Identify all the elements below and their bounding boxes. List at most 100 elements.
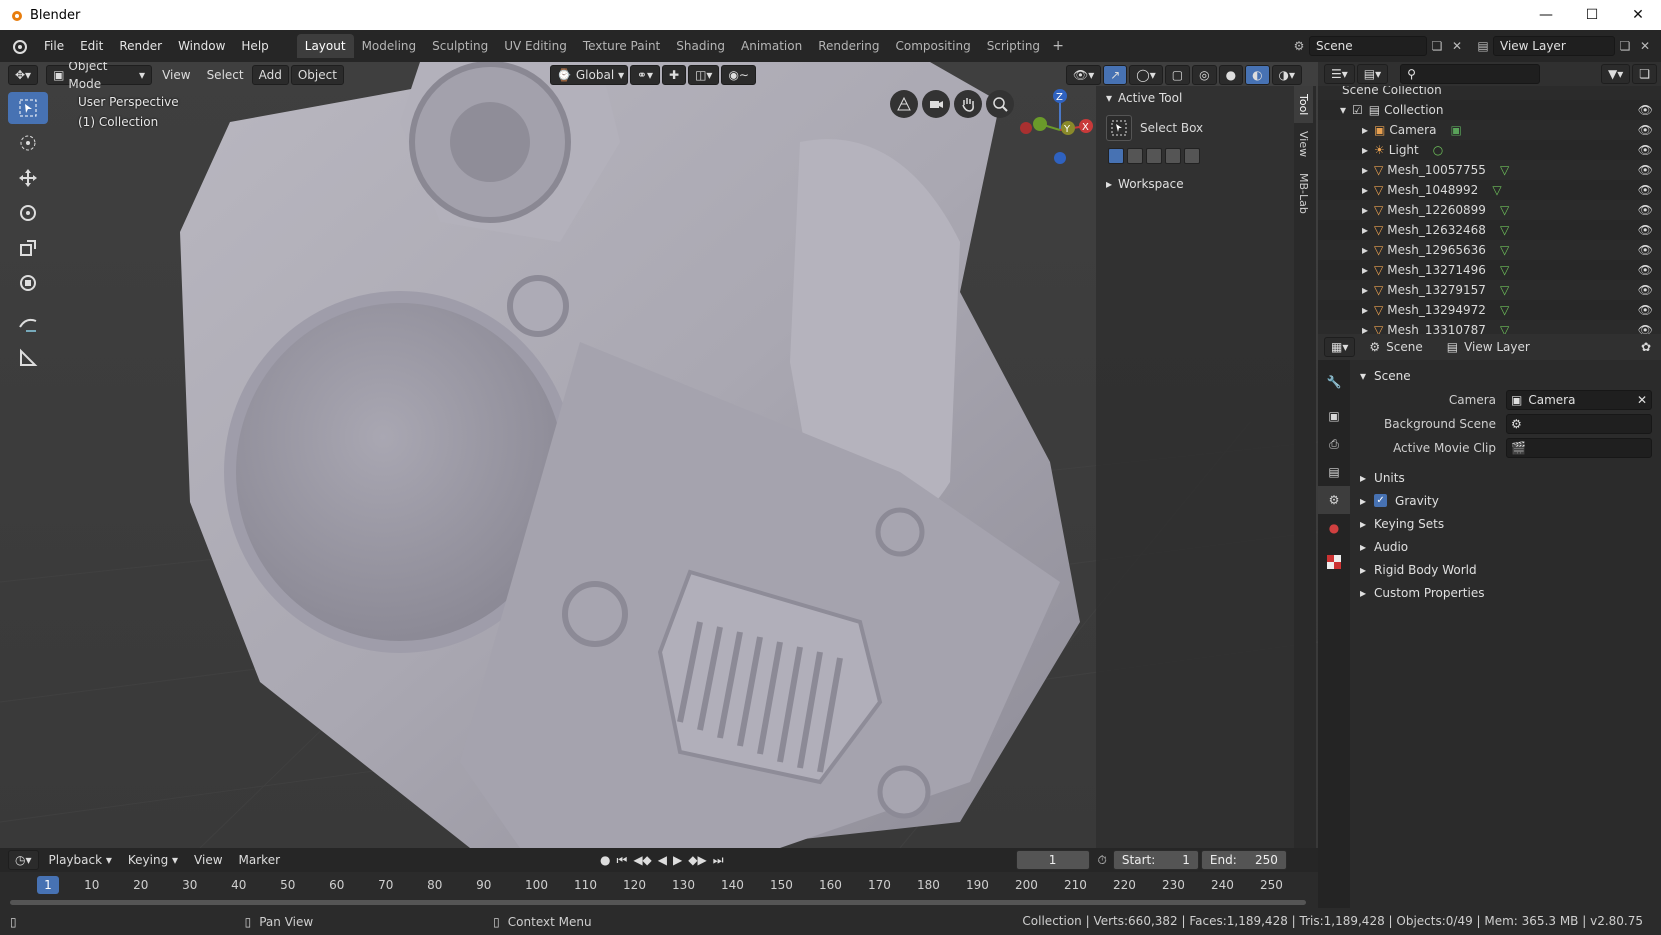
editor-type-dropdown[interactable]: ✥▾ [8,65,39,85]
mesh-data-icon[interactable]: ▽ [1492,183,1501,197]
active-tool-panel-header[interactable]: ▾ Active Tool [1096,86,1294,110]
collection-row[interactable]: ▾ ☑ ▤ Collection 👁 [1318,100,1661,120]
play-reverse-icon[interactable]: ◀ [658,853,667,867]
visibility-eye-icon[interactable]: 👁 [1638,263,1653,277]
panel-header[interactable]: ▸ ✓ Gravity [1350,489,1661,512]
start-frame-field[interactable]: Start: 1 [1112,850,1199,870]
jump-start-icon[interactable]: ⏮ [617,853,628,868]
gravity-checkbox[interactable]: ✓ [1374,494,1388,507]
menu-file[interactable]: File [36,35,72,57]
world-properties-tab-icon[interactable]: ● [1318,514,1350,542]
outliner-item[interactable]: ▸ ▽ Mesh_13271496 ▽ 👁 [1318,260,1661,280]
pin-icon[interactable]: ✿ [1641,340,1651,354]
active-movie-clip-field[interactable]: 🎬 [1506,438,1652,458]
outliner-search-input[interactable]: ⚲ [1400,64,1541,84]
visibility-eye-icon[interactable]: 👁 [1638,243,1653,257]
visibility-eye-icon[interactable]: 👁 [1638,183,1653,197]
viewport-menu-object[interactable]: Object [290,65,344,85]
timeline-scrollbar[interactable] [10,900,1306,905]
snap-target-dropdown[interactable]: ◫▾ [688,65,720,85]
tab-rendering[interactable]: Rendering [810,34,887,58]
scene-panel-header[interactable]: ▾ Scene [1350,364,1661,388]
properties-editor[interactable]: ▦▾ ⚙ Scene ▤ View Layer ✿ 🔧 ▣ ⎙ ▤ ⚙ ● ▾ S… [1318,334,1661,908]
mesh-data-icon[interactable]: ▽ [1500,203,1509,217]
visibility-eye-icon[interactable]: 👁 [1638,223,1653,237]
timeline-menu-view[interactable]: View [186,850,230,870]
measure-tool-icon[interactable] [8,342,48,374]
chevron-right-icon[interactable]: ▸ [1362,143,1368,157]
view-layer-properties-tab-icon[interactable]: ▤ [1318,458,1350,486]
output-properties-tab-icon[interactable]: ⎙ [1318,430,1350,458]
select-box-tool-icon[interactable] [8,92,48,124]
mesh-data-icon[interactable]: ▽ [1500,283,1509,297]
cursor-tool-icon[interactable] [8,127,48,159]
frame-cursor[interactable]: 1 [37,876,59,894]
visibility-eye-icon[interactable]: 👁 [1638,163,1653,177]
overlay-toggle[interactable]: ◯▾ [1129,65,1163,85]
next-keyframe-icon[interactable]: ◆▶ [688,853,706,867]
move-tool-icon[interactable] [8,162,48,194]
outliner-item[interactable]: ▸ ▽ Mesh_12632468 ▽ 👁 [1318,220,1661,240]
mesh-data-icon[interactable]: ▽ [1500,243,1509,257]
transform-orientation-dropdown[interactable]: ⌚ Global ▾ [549,65,628,85]
chevron-right-icon[interactable]: ▸ [1362,263,1368,277]
tab-scripting[interactable]: Scripting [979,34,1048,58]
outliner-item[interactable]: ▸ ▽ Mesh_10057755 ▽ 👁 [1318,160,1661,180]
outliner-item[interactable]: ▸ ☀ Light ○ 👁 [1318,140,1661,160]
scale-tool-icon[interactable] [8,232,48,264]
menu-edit[interactable]: Edit [72,35,111,57]
panel-header[interactable]: ▸ Rigid Body World [1350,558,1661,581]
texture-properties-tab-icon[interactable] [1318,548,1350,576]
visibility-eye-icon[interactable]: 👁 [1638,143,1653,157]
view-layer-name-field[interactable]: View Layer [1493,36,1615,56]
viewport-menu-view[interactable]: View [154,65,198,85]
outliner-item[interactable]: ▸ ▽ Mesh_13279157 ▽ 👁 [1318,280,1661,300]
panel-header[interactable]: ▸ Units [1350,466,1661,489]
gizmo-toggle[interactable]: ↗ [1103,65,1128,85]
render-properties-tab-icon[interactable]: ▣ [1318,402,1350,430]
display-mode-dropdown[interactable]: ▤▾ [1356,64,1389,84]
new-collection-icon[interactable]: ❏ [1632,64,1657,84]
panel-header[interactable]: ▸ Audio [1350,535,1661,558]
viewport-menu-select[interactable]: Select [199,65,252,85]
select-mode-extend[interactable] [1127,148,1143,164]
chevron-right-icon[interactable]: ▸ [1362,323,1368,334]
properties-editor-type-dropdown[interactable]: ▦▾ [1324,337,1356,357]
outliner-editor-type-dropdown[interactable]: ☰▾ [1324,64,1355,84]
mesh-data-icon[interactable]: ▽ [1500,263,1509,277]
pivot-point-dropdown[interactable]: ⚭▾ [629,65,660,85]
select-mode-set[interactable] [1108,148,1124,164]
chevron-right-icon[interactable]: ▸ [1362,303,1368,317]
camera-view-icon[interactable] [922,90,950,118]
visibility-eye-icon[interactable]: 👁 [1638,103,1653,117]
panel-header[interactable]: ▸ Keying Sets [1350,512,1661,535]
new-scene-icon[interactable]: ❏ [1427,36,1447,56]
jump-end-icon[interactable]: ⏭ [713,853,724,868]
delete-view-layer-icon[interactable]: ✕ [1635,36,1655,56]
scene-name-field[interactable]: Scene [1309,36,1427,56]
chevron-right-icon[interactable]: ▸ [1362,243,1368,257]
minimize-button[interactable]: — [1523,0,1569,30]
chevron-right-icon[interactable]: ▸ [1362,203,1368,217]
menu-window[interactable]: Window [170,35,233,57]
current-frame-field[interactable]: 1 [1015,850,1090,870]
object-mode-dropdown[interactable]: ▣ Object Mode ▾ [46,62,153,91]
tab-modeling[interactable]: Modeling [354,34,425,58]
include-checkbox[interactable]: ☑ [1352,103,1363,117]
camera-field[interactable]: ▣ Camera ✕ [1506,390,1652,410]
sidebar-tab-mb-lab[interactable]: MB-Lab [1294,165,1313,222]
new-view-layer-icon[interactable]: ❏ [1615,36,1635,56]
rotate-tool-icon[interactable] [8,197,48,229]
tab-animation[interactable]: Animation [733,34,810,58]
visibility-eye-icon[interactable]: 👁 [1638,303,1653,317]
outliner-item[interactable]: ▸ ▽ Mesh_12965636 ▽ 👁 [1318,240,1661,260]
timeline-editor[interactable]: ◷▾ Playback ▾ Keying ▾ View Marker ● ⏮ ◀… [0,848,1318,908]
shading-material[interactable]: ◐ [1245,65,1270,85]
pan-hand-icon[interactable] [954,90,982,118]
tab-uv-editing[interactable]: UV Editing [496,34,575,58]
background-scene-field[interactable]: ⚙ [1506,414,1652,434]
visibility-eye-icon[interactable]: 👁 [1638,323,1653,334]
use-preview-range-icon[interactable]: ⏱ [1098,853,1107,868]
timeline-ruler[interactable]: 1 10 20 30 40 50 60 70 80 90 100 110 120 130 140 150 16… [0,874,1318,896]
add-workspace-icon[interactable]: + [1048,38,1068,54]
